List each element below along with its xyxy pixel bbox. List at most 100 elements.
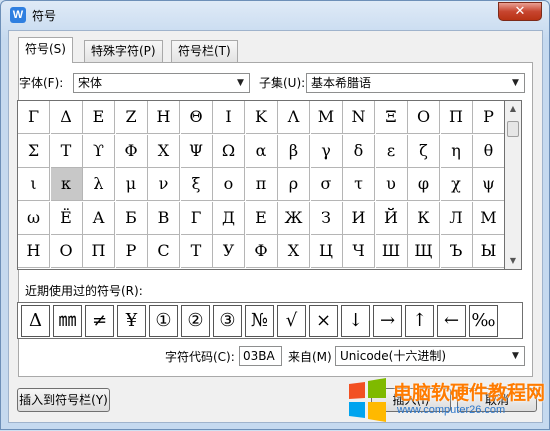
symbol-cell[interactable]: У bbox=[213, 235, 245, 269]
symbol-cell[interactable]: Й bbox=[375, 201, 408, 235]
symbol-cell[interactable]: Ъ bbox=[440, 235, 473, 269]
symbol-cell[interactable]: Σ bbox=[18, 134, 50, 168]
symbol-cell[interactable]: χ bbox=[440, 168, 473, 202]
symbol-cell[interactable]: Θ bbox=[180, 101, 213, 134]
symbol-cell[interactable]: ρ bbox=[278, 168, 310, 202]
symbol-cell[interactable]: Η bbox=[148, 101, 180, 134]
symbol-cell[interactable]: А bbox=[83, 201, 115, 235]
recent-symbol[interactable]: ③ bbox=[213, 305, 242, 337]
symbol-cell[interactable]: Π bbox=[440, 101, 473, 134]
recent-symbol[interactable]: Δ bbox=[21, 305, 50, 337]
recent-symbol[interactable]: ↓ bbox=[341, 305, 370, 337]
symbol-cell[interactable]: Л bbox=[440, 201, 473, 235]
symbol-cell[interactable]: Γ bbox=[18, 101, 50, 134]
symbol-cell[interactable]: ο bbox=[213, 168, 245, 202]
symbol-cell[interactable]: ν bbox=[148, 168, 180, 202]
recent-symbol[interactable]: ≠ bbox=[85, 305, 114, 337]
symbol-cell[interactable]: ε bbox=[375, 134, 408, 168]
symbol-cell[interactable]: Е bbox=[245, 201, 278, 235]
recent-symbol[interactable]: ‰ bbox=[469, 305, 498, 337]
close-button[interactable]: ✕ bbox=[498, 2, 542, 21]
symbol-cell[interactable]: θ bbox=[473, 135, 504, 168]
symbol-cell[interactable]: Г bbox=[180, 201, 213, 235]
symbol-cell[interactable]: γ bbox=[310, 134, 343, 168]
symbol-cell[interactable]: Х bbox=[278, 235, 310, 269]
symbol-cell[interactable]: δ bbox=[343, 134, 375, 168]
symbol-cell[interactable]: σ bbox=[310, 168, 343, 202]
recent-symbol[interactable]: ¥ bbox=[117, 305, 146, 337]
symbol-cell[interactable]: С bbox=[148, 235, 180, 269]
insert-to-symbol-bar-button[interactable]: 插入到符号栏(Y) bbox=[17, 388, 110, 412]
symbol-cell[interactable]: О bbox=[50, 235, 83, 269]
symbol-cell[interactable]: Μ bbox=[310, 101, 343, 134]
symbol-cell[interactable]: Ψ bbox=[180, 134, 213, 168]
symbol-cell[interactable]: η bbox=[440, 134, 473, 168]
symbol-cell[interactable]: Ц bbox=[310, 235, 343, 269]
scroll-thumb[interactable] bbox=[507, 121, 519, 137]
encoding-select[interactable]: Unicode(十六进制) ▼ bbox=[335, 346, 525, 366]
symbol-cell[interactable]: λ bbox=[83, 168, 115, 202]
symbol-cell[interactable]: Ф bbox=[245, 235, 278, 269]
symbol-cell[interactable]: Б bbox=[115, 201, 148, 235]
recent-symbol[interactable]: ② bbox=[181, 305, 210, 337]
font-select[interactable]: 宋体 ▼ bbox=[73, 73, 250, 93]
symbol-cell[interactable]: ζ bbox=[408, 134, 440, 168]
recent-symbol[interactable]: ← bbox=[437, 305, 466, 337]
grid-scrollbar[interactable]: ▲ ▼ bbox=[505, 100, 522, 270]
symbol-cell[interactable]: Р bbox=[115, 235, 148, 269]
symbol-cell[interactable]: υ bbox=[375, 168, 408, 202]
symbol-cell[interactable]: П bbox=[83, 235, 115, 269]
symbol-cell[interactable]: Ρ bbox=[473, 101, 504, 134]
tab-special-characters[interactable]: 特殊字符(P) bbox=[84, 40, 163, 62]
symbol-cell[interactable]: φ bbox=[408, 168, 440, 202]
symbol-cell[interactable]: Δ bbox=[50, 101, 83, 134]
symbol-cell[interactable]: κ bbox=[50, 168, 83, 202]
char-code-input[interactable]: 03BA bbox=[239, 346, 282, 366]
symbol-cell[interactable]: Н bbox=[18, 235, 50, 269]
symbol-cell[interactable]: Ι bbox=[213, 101, 245, 134]
symbol-cell[interactable]: ψ bbox=[473, 168, 504, 202]
symbol-cell[interactable]: Χ bbox=[148, 134, 180, 168]
symbol-cell[interactable]: Λ bbox=[278, 101, 310, 134]
symbol-cell[interactable]: Τ bbox=[50, 134, 83, 168]
insert-button[interactable]: 插入(I) bbox=[371, 388, 451, 412]
tab-symbol-bar[interactable]: 符号栏(T) bbox=[171, 40, 238, 62]
symbol-cell[interactable]: ϒ bbox=[83, 134, 115, 168]
recent-symbol[interactable]: ↑ bbox=[405, 305, 434, 337]
symbol-cell[interactable]: Щ bbox=[408, 235, 440, 269]
symbol-cell[interactable]: β bbox=[278, 134, 310, 168]
symbol-cell[interactable]: Ν bbox=[343, 101, 375, 134]
scroll-down-icon[interactable]: ▼ bbox=[505, 253, 521, 269]
tab-symbols[interactable]: 符号(S) bbox=[18, 37, 73, 63]
symbol-cell[interactable]: К bbox=[408, 201, 440, 235]
symbol-cell[interactable]: ω bbox=[18, 201, 50, 235]
recent-symbol[interactable]: × bbox=[309, 305, 338, 337]
symbol-cell[interactable]: Ξ bbox=[375, 101, 408, 134]
symbol-cell[interactable]: Ο bbox=[408, 101, 440, 134]
symbol-cell[interactable]: Т bbox=[180, 235, 213, 269]
symbol-cell[interactable]: Ζ bbox=[115, 101, 148, 134]
symbol-cell[interactable]: В bbox=[148, 201, 180, 235]
recent-symbol[interactable]: → bbox=[373, 305, 402, 337]
symbol-cell[interactable]: μ bbox=[115, 168, 148, 202]
symbol-cell[interactable]: Ω bbox=[213, 134, 245, 168]
symbol-cell[interactable]: Ш bbox=[375, 235, 408, 269]
symbol-cell[interactable]: π bbox=[245, 168, 278, 202]
symbol-cell[interactable]: Ё bbox=[50, 201, 83, 235]
symbol-cell[interactable]: Ж bbox=[278, 201, 310, 235]
symbol-cell[interactable]: Ы bbox=[473, 235, 504, 269]
symbol-cell[interactable]: З bbox=[310, 201, 343, 235]
symbol-cell[interactable]: τ bbox=[343, 168, 375, 202]
symbol-cell[interactable]: ξ bbox=[180, 168, 213, 202]
subset-select[interactable]: 基本希腊语 ▼ bbox=[306, 73, 525, 93]
scroll-up-icon[interactable]: ▲ bbox=[505, 101, 521, 117]
symbol-cell[interactable]: Κ bbox=[245, 101, 278, 134]
recent-symbol[interactable]: ㎜ bbox=[53, 305, 82, 337]
recent-symbol[interactable]: № bbox=[245, 305, 274, 337]
symbol-cell[interactable]: И bbox=[343, 201, 375, 235]
symbol-cell[interactable]: ι bbox=[18, 168, 50, 202]
symbol-cell[interactable]: М bbox=[473, 202, 504, 235]
symbol-cell[interactable]: Φ bbox=[115, 134, 148, 168]
symbol-cell[interactable]: Д bbox=[213, 201, 245, 235]
cancel-button[interactable]: 取消 bbox=[457, 388, 537, 412]
